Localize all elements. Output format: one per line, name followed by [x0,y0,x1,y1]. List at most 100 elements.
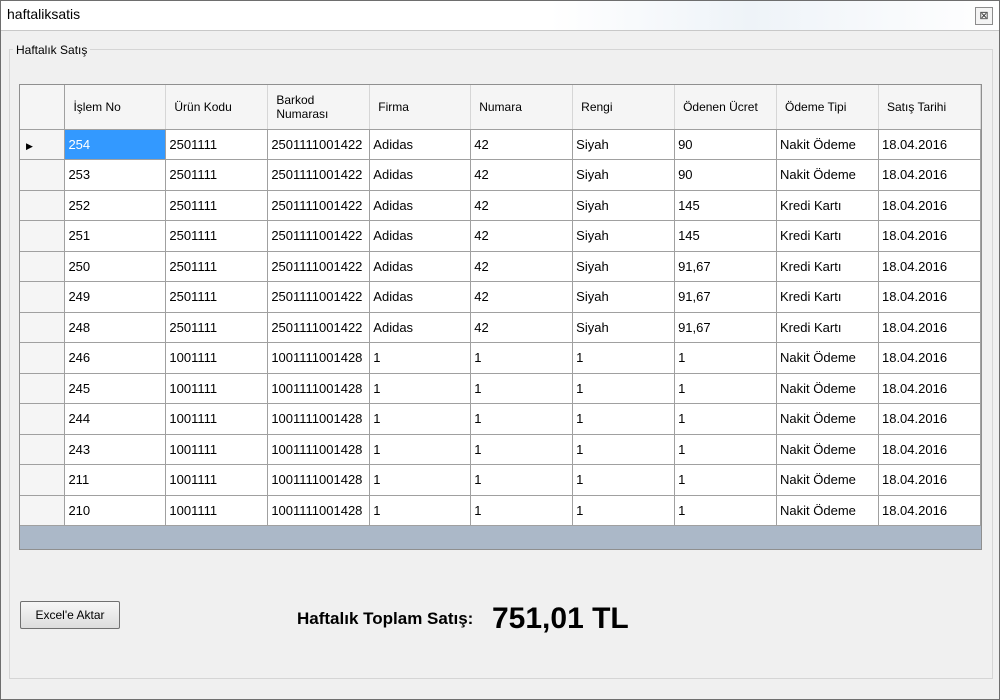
cell-satis-tarihi[interactable]: 18.04.2016 [878,464,981,496]
cell-numara[interactable]: 1 [470,434,574,465]
cell-urun-kodu[interactable]: 1001111 [165,434,269,465]
cell-urun-kodu[interactable]: 1001111 [165,464,269,496]
cell-firma[interactable]: 1 [369,434,472,465]
cell-islem-no[interactable]: 246 [64,342,167,374]
column-header-urun-kodu[interactable]: Ürün Kodu [165,85,269,130]
row-header[interactable] [20,495,66,526]
cell-firma[interactable]: Adidas [369,190,472,221]
table-row[interactable]: 245 1001111 1001111001428 1 1 1 1 Nakit Ödeme 18… [20,373,981,404]
cell-firma[interactable]: 1 [369,342,472,374]
row-header[interactable] [20,464,66,496]
cell-numara[interactable]: 1 [470,464,574,496]
cell-odeme-tipi[interactable]: Kredi Kartı [776,281,879,313]
cell-rengi[interactable]: Siyah [572,129,676,160]
cell-firma[interactable]: 1 [369,495,472,526]
cell-numara[interactable]: 42 [470,251,574,282]
cell-odenen-ucret[interactable]: 1 [674,403,778,435]
cell-firma[interactable]: 1 [369,464,472,496]
cell-odenen-ucret[interactable]: 1 [674,434,778,465]
cell-satis-tarihi[interactable]: 18.04.2016 [878,495,981,526]
cell-barkod[interactable]: 1001111001428 [267,434,371,465]
column-header-firma[interactable]: Firma [369,85,472,130]
cell-barkod[interactable]: 2501111001422 [267,220,371,252]
table-row[interactable]: 250 2501111 2501111001422 Adidas 42 Siyah 91,6… [20,251,981,282]
cell-barkod[interactable]: 2501111001422 [267,129,371,160]
table-row[interactable]: 210 1001111 1001111001428 1 1 1 1 Nakit Ödeme 18… [20,495,981,526]
cell-barkod[interactable]: 1001111001428 [267,373,371,404]
cell-satis-tarihi[interactable]: 18.04.2016 [878,342,981,374]
cell-numara[interactable]: 1 [470,495,574,526]
cell-rengi[interactable]: 1 [572,495,676,526]
table-row[interactable]: 244 1001111 1001111001428 1 1 1 1 Nakit Ödeme 18… [20,403,981,435]
cell-rengi[interactable]: Siyah [572,312,676,343]
cell-numara[interactable]: 1 [470,373,574,404]
row-header[interactable] [20,434,66,465]
cell-numara[interactable]: 42 [470,159,574,191]
cell-urun-kodu[interactable]: 2501111 [165,312,269,343]
cell-firma[interactable]: Adidas [369,129,472,160]
cell-islem-no[interactable]: 243 [64,434,167,465]
row-header[interactable] [20,159,66,191]
column-header-satis-tarihi[interactable]: Satış Tarihi [878,85,981,130]
cell-odenen-ucret[interactable]: 91,67 [674,251,778,282]
cell-rengi[interactable]: 1 [572,403,676,435]
cell-barkod[interactable]: 1001111001428 [267,342,371,374]
cell-satis-tarihi[interactable]: 18.04.2016 [878,434,981,465]
export-excel-button[interactable]: Excel'e Aktar [20,601,120,629]
table-row[interactable]: 211 1001111 1001111001428 1 1 1 1 Nakit Ödeme 18… [20,464,981,496]
cell-rengi[interactable]: Siyah [572,159,676,191]
cell-odeme-tipi[interactable]: Kredi Kartı [776,190,879,221]
table-row[interactable]: 253 2501111 2501111001422 Adidas 42 Siyah 90 Na… [20,159,981,191]
cell-odenen-ucret[interactable]: 91,67 [674,281,778,313]
row-header[interactable] [20,373,66,404]
cell-odeme-tipi[interactable]: Nakit Ödeme [776,434,879,465]
cell-satis-tarihi[interactable]: 18.04.2016 [878,373,981,404]
cell-odeme-tipi[interactable]: Kredi Kartı [776,312,879,343]
cell-urun-kodu[interactable]: 2501111 [165,281,269,313]
cell-barkod[interactable]: 1001111001428 [267,403,371,435]
row-header[interactable] [20,190,66,221]
close-icon[interactable]: ⊠ [975,7,993,25]
cell-islem-no[interactable]: 244 [64,403,167,435]
cell-satis-tarihi[interactable]: 18.04.2016 [878,281,981,313]
row-header[interactable]: ▶ [20,129,66,160]
cell-rengi[interactable]: 1 [572,342,676,374]
cell-odenen-ucret[interactable]: 90 [674,129,778,160]
title-bar[interactable]: haftaliksatis ⊠ [1,1,999,31]
corner-header[interactable] [20,85,66,130]
table-row[interactable]: 252 2501111 2501111001422 Adidas 42 Siyah 145 K… [20,190,981,221]
row-header[interactable] [20,312,66,343]
cell-satis-tarihi[interactable]: 18.04.2016 [878,312,981,343]
cell-urun-kodu[interactable]: 1001111 [165,342,269,374]
cell-islem-no[interactable]: 250 [64,251,167,282]
cell-odenen-ucret[interactable]: 1 [674,464,778,496]
cell-numara[interactable]: 1 [470,342,574,374]
cell-islem-no[interactable]: 210 [64,495,167,526]
cell-barkod[interactable]: 2501111001422 [267,159,371,191]
cell-odeme-tipi[interactable]: Nakit Ödeme [776,159,879,191]
cell-islem-no[interactable]: 211 [64,464,167,496]
cell-islem-no[interactable]: 251 [64,220,167,252]
cell-urun-kodu[interactable]: 1001111 [165,403,269,435]
cell-numara[interactable]: 42 [470,281,574,313]
cell-firma[interactable]: Adidas [369,220,472,252]
cell-odeme-tipi[interactable]: Nakit Ödeme [776,342,879,374]
cell-firma[interactable]: Adidas [369,159,472,191]
table-row[interactable]: 249 2501111 2501111001422 Adidas 42 Siyah 91,6… [20,281,981,313]
row-header[interactable] [20,251,66,282]
cell-islem-no[interactable]: 254 [64,129,167,160]
table-row[interactable]: 248 2501111 2501111001422 Adidas 42 Siyah 91,6… [20,312,981,343]
cell-odeme-tipi[interactable]: Nakit Ödeme [776,403,879,435]
cell-odeme-tipi[interactable]: Nakit Ödeme [776,129,879,160]
cell-firma[interactable]: Adidas [369,312,472,343]
cell-numara[interactable]: 1 [470,403,574,435]
cell-urun-kodu[interactable]: 2501111 [165,159,269,191]
column-header-odeme-tipi[interactable]: Ödeme Tipi [776,85,879,130]
cell-satis-tarihi[interactable]: 18.04.2016 [878,129,981,160]
row-header[interactable] [20,403,66,435]
cell-rengi[interactable]: Siyah [572,220,676,252]
cell-satis-tarihi[interactable]: 18.04.2016 [878,159,981,191]
cell-rengi[interactable]: 1 [572,464,676,496]
column-header-barkod[interactable]: Barkod Numarası [267,85,371,130]
cell-odenen-ucret[interactable]: 90 [674,159,778,191]
